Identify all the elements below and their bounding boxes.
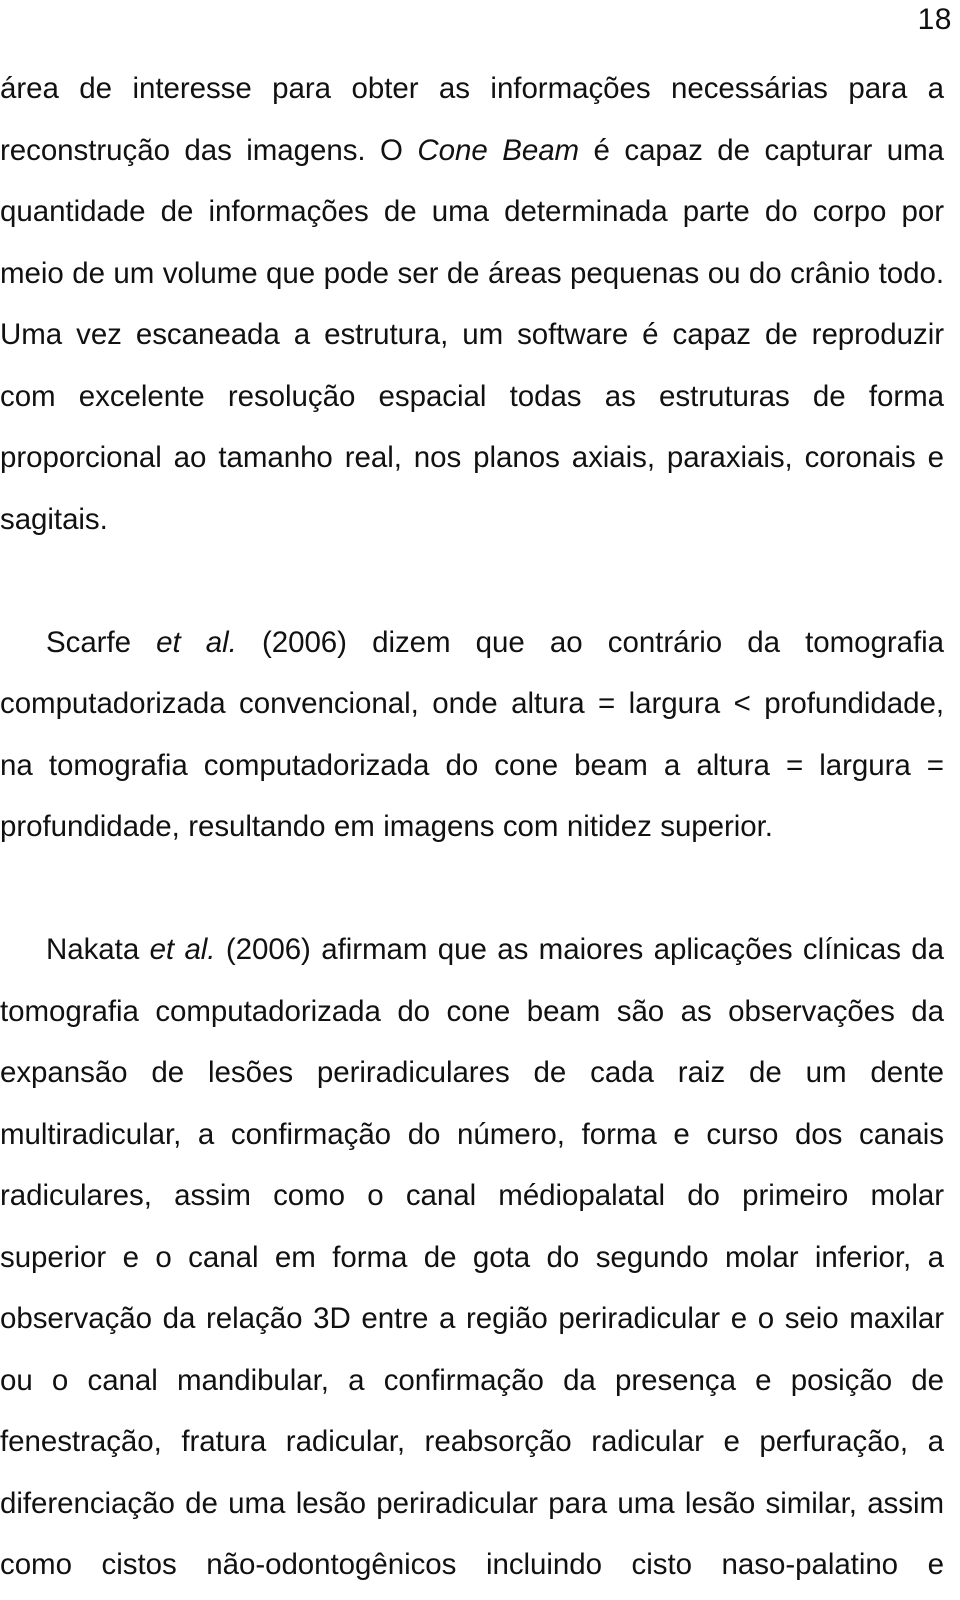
page-number: 18 — [917, 3, 952, 36]
emphasis-run: Cone Beam — [417, 133, 580, 167]
text-run: Nakata — [46, 933, 150, 966]
document-body: área de interesse para obter as informaç… — [0, 58, 944, 1600]
paragraph-1: área de interesse para obter as informaç… — [0, 58, 944, 550]
text-run: Scarfe — [46, 625, 157, 659]
emphasis-run: et al. — [149, 933, 216, 966]
emphasis-run: et al. — [156, 625, 237, 659]
text-run: (2006) afirmam que as maiores aplicações… — [0, 933, 944, 1581]
paragraph-2-scarfe: Scarfe et al. (2006) dizem que ao contrá… — [0, 612, 944, 858]
text-run: é capaz de capturar uma quantidade de in… — [0, 133, 945, 536]
paragraph-spacer-2 — [0, 858, 944, 920]
paragraph-spacer-1 — [0, 550, 944, 612]
paragraph-3-nakata: Nakata et al. (2006) afirmam que as maio… — [0, 919, 944, 1600]
document-page: 18 área de interesse para obter as infor… — [0, 0, 960, 1600]
